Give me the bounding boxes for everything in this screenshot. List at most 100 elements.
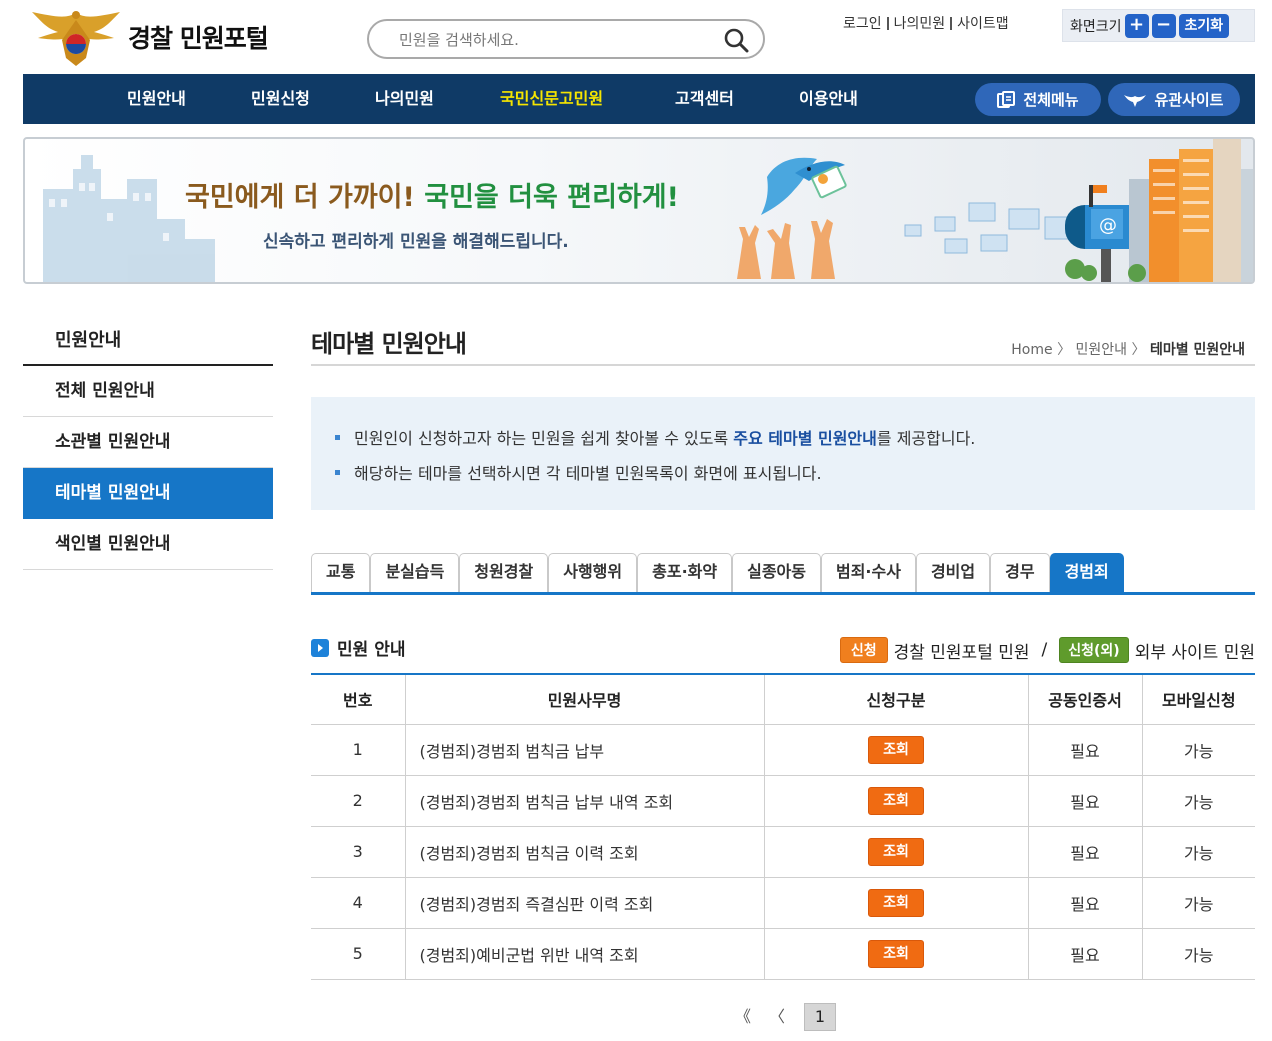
breadcrumb-current: 테마별 민원안내 [1149, 342, 1245, 358]
divider [886, 16, 889, 30]
pagination: 《 〈 1 [311, 1003, 1255, 1033]
col-certificate: 공동인증서 [1027, 673, 1142, 725]
table-row: 4 (경범죄)경범죄 즉결심판 이력 조회 조회 필요 가능 [311, 877, 1255, 929]
all-menu-button[interactable]: 전체메뉴 [975, 83, 1101, 116]
row-number: 1 [311, 724, 405, 776]
side-nav-title: 민원안내 [23, 315, 273, 366]
info-highlight: 주요 [733, 429, 769, 448]
related-sites-button[interactable]: 유관사이트 [1108, 83, 1240, 116]
row-number: 4 [311, 877, 405, 929]
prev-page-button[interactable]: 〈 [769, 1003, 785, 1031]
view-button[interactable]: 조회 [868, 786, 924, 815]
tab-theme[interactable]: 총포·화약 [637, 553, 733, 592]
side-nav-item-by-theme[interactable]: 테마별 민원안내 [23, 468, 273, 519]
legend-separator: / [1041, 640, 1048, 660]
zoom-reset-button[interactable]: 초기화 [1178, 13, 1230, 38]
banner-title: 국민에게 더 가까이! 국민을 더욱 편리하게! [185, 175, 679, 214]
breadcrumb-guide[interactable]: 민원안내 [1076, 342, 1128, 358]
sitemap-link[interactable]: 사이트맵 [957, 13, 1009, 33]
row-mobile: 가능 [1141, 928, 1255, 980]
nav-apply[interactable]: 민원신청 [251, 74, 310, 124]
site-title: 경찰 민원포털 [128, 24, 269, 53]
col-number: 번호 [311, 673, 405, 725]
svg-text:@: @ [1099, 215, 1117, 236]
info-text: 민원인이 신청하고자 하는 민원을 쉽게 찾아볼 수 있도록 [354, 429, 734, 448]
tab-theme[interactable]: 사행행위 [548, 553, 638, 592]
legend-external-text: 외부 사이트 민원 [1134, 642, 1255, 663]
row-certificate: 필요 [1027, 724, 1142, 776]
breadcrumb-home[interactable]: Home [1011, 342, 1052, 358]
info-box: 민원인이 신청하고자 하는 민원을 쉽게 찾아볼 수 있도록 주요 테마별 민원… [311, 397, 1255, 510]
play-icon [311, 638, 329, 657]
row-name[interactable]: (경범죄)경범죄 범칙금 납부 내역 조회 [404, 775, 764, 827]
tab-theme[interactable]: 실종아동 [732, 553, 821, 592]
table-row: 2 (경범죄)경범죄 범칙금 납부 내역 조회 조회 필요 가능 [311, 775, 1255, 827]
my-complaints-link[interactable]: 나의민원 [894, 13, 946, 33]
zoom-in-button[interactable]: + [1124, 13, 1149, 38]
row-certificate: 필요 [1027, 877, 1142, 929]
header: 경찰 민원포털 로그인 나의민원 사이트맵 화면크기 + − 초기화 [0, 0, 1272, 74]
tab-theme[interactable]: 분실습득 [370, 553, 460, 592]
info-line-1: 민원인이 신청하고자 하는 민원을 쉽게 찾아볼 수 있도록 주요 테마별 민원… [335, 421, 1255, 456]
row-number: 2 [311, 775, 405, 827]
row-name[interactable]: (경범죄)경범죄 즉결심판 이력 조회 [404, 877, 764, 929]
page-header: 테마별 민원안내 Home 〉 민원안내 〉 테마별 민원안내 [311, 315, 1255, 366]
banner-subtitle: 신속하고 편리하게 민원을 해결해드립니다. [263, 232, 569, 252]
nav-customer-center[interactable]: 고객센터 [675, 74, 734, 124]
zoom-out-button[interactable]: − [1151, 13, 1176, 38]
login-link[interactable]: 로그인 [843, 13, 882, 33]
row-name[interactable]: (경범죄)경범죄 범칙금 이력 조회 [404, 826, 764, 878]
nav-my-complaints[interactable]: 나의민원 [375, 74, 434, 124]
row-number: 3 [311, 826, 405, 878]
utility-links: 로그인 나의민원 사이트맵 [843, 13, 1009, 33]
nav-guide[interactable]: 민원안내 [127, 74, 186, 124]
view-button[interactable]: 조회 [868, 735, 924, 764]
row-type: 조회 [763, 826, 1028, 878]
tab-theme[interactable]: 경무 [990, 553, 1050, 592]
row-name[interactable]: (경범죄)경범죄 범칙금 납부 [404, 724, 764, 776]
side-navigation: 민원안내 전체 민원안내 소관별 민원안내 테마별 민원안내 색인별 민원안내 [23, 315, 273, 570]
info-line-2: 해당하는 테마를 선택하시면 각 테마별 민원목록이 화면에 표시됩니다. [335, 456, 1255, 491]
tab-theme[interactable]: 경비업 [915, 553, 991, 592]
search-icon[interactable] [723, 27, 749, 53]
tab-theme[interactable]: 경범죄 [1049, 553, 1124, 592]
row-type: 조회 [763, 928, 1028, 980]
row-mobile: 가능 [1141, 826, 1255, 878]
row-certificate: 필요 [1027, 928, 1142, 980]
main-navigation: 민원안내 민원신청 나의민원 국민신문고민원 고객센터 이용안내 전체메뉴 유관… [23, 74, 1255, 124]
banner-title-part2: 국민을 더욱 편리하게! [424, 182, 679, 213]
page-number-current[interactable]: 1 [804, 1003, 836, 1031]
view-button[interactable]: 조회 [868, 837, 924, 866]
main-content: 테마별 민원안내 Home 〉 민원안내 〉 테마별 민원안내 민원인이 신청하… [311, 315, 1255, 1031]
table-row: 1 (경범죄)경범죄 범칙금 납부 조회 필요 가능 [311, 724, 1255, 776]
col-type: 신청구분 [763, 673, 1028, 725]
view-button[interactable]: 조회 [868, 888, 924, 917]
table-row: 5 (경범죄)예비군법 위반 내역 조회 조회 필요 가능 [311, 928, 1255, 980]
legend-apply-badge: 신청 [839, 637, 888, 663]
side-nav-item-all[interactable]: 전체 민원안내 [23, 366, 273, 417]
tab-theme[interactable]: 청원경찰 [459, 553, 549, 592]
banner-title-part1: 국민에게 더 가까이! [185, 182, 425, 213]
search-input[interactable] [399, 28, 719, 52]
police-emblem-icon [32, 11, 120, 66]
info-highlight: 테마별 민원안내 [768, 429, 877, 448]
nav-usage-guide[interactable]: 이용안내 [799, 74, 858, 124]
complaint-table: 번호 민원사무명 신청구분 공동인증서 모바일신청 1 (경범죄)경범죄 범칙금 … [311, 673, 1255, 980]
first-page-button[interactable]: 《 [735, 1003, 751, 1031]
table-row: 3 (경범죄)경범죄 범칙금 이력 조회 조회 필요 가능 [311, 826, 1255, 878]
zoom-label: 화면크기 [1070, 18, 1122, 35]
site-logo[interactable]: 경찰 민원포털 [28, 6, 288, 68]
nav-epeople[interactable]: 국민신문고민원 [500, 74, 603, 124]
section-title-text: 민원 안내 [337, 640, 406, 660]
row-certificate: 필요 [1027, 775, 1142, 827]
row-name[interactable]: (경범죄)예비군법 위반 내역 조회 [404, 928, 764, 980]
hero-banner: @ 국민에게 더 가까이! 국민을 더욱 편리하게! 신속하고 편리하게 민원을… [23, 137, 1255, 284]
row-number: 5 [311, 928, 405, 980]
table-header-row: 번호 민원사무명 신청구분 공동인증서 모바일신청 [311, 673, 1255, 725]
tab-theme[interactable]: 교통 [311, 553, 371, 592]
side-nav-item-by-department[interactable]: 소관별 민원안내 [23, 417, 273, 468]
tab-theme[interactable]: 범죄·수사 [820, 553, 916, 592]
view-button[interactable]: 조회 [868, 939, 924, 968]
all-menu-label: 전체메뉴 [1023, 91, 1079, 109]
side-nav-item-by-index[interactable]: 색인별 민원안내 [23, 519, 273, 570]
